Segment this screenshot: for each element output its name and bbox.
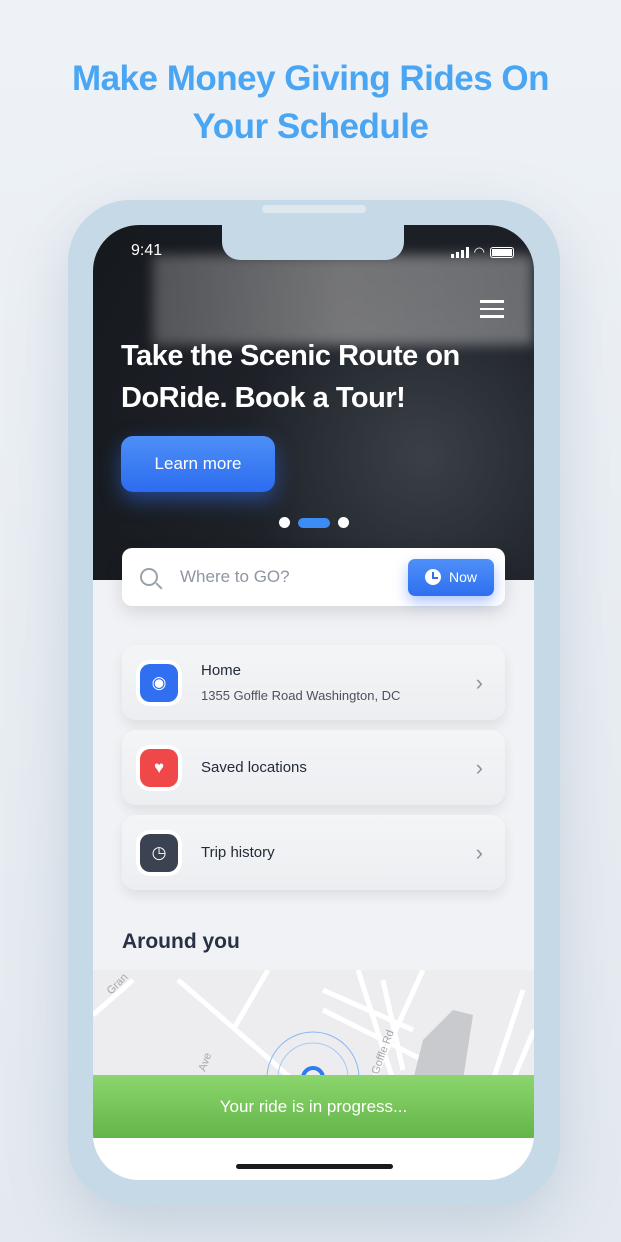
learn-more-button[interactable]: Learn more (121, 436, 275, 492)
wifi-icon: ◠ (473, 244, 485, 259)
carousel-dot-active[interactable] (298, 517, 330, 528)
home-indicator[interactable] (236, 1164, 393, 1169)
map-roads: Gran Ave Goffle Rd (93, 968, 534, 1125)
current-location-marker (266, 1031, 360, 1125)
place-title: Saved locations (201, 759, 307, 776)
place-trip-history[interactable]: ◷ Trip history › (122, 815, 505, 890)
place-title: Home (201, 662, 242, 679)
search-input[interactable]: Where to GO? (180, 567, 408, 587)
map-label: Ave (197, 1051, 215, 1073)
status-icons: ◠ (450, 244, 514, 260)
status-time: 9:41 (131, 242, 163, 259)
ride-progress-banner[interactable]: Your ride is in progress... (93, 1075, 534, 1138)
phone-notch (222, 225, 404, 260)
carousel-dot[interactable] (338, 517, 349, 528)
chevron-right-icon: › (475, 669, 483, 695)
clock-icon (424, 569, 441, 585)
now-label: Now (448, 569, 477, 585)
hero-background-image (153, 255, 533, 345)
hero-banner[interactable]: 9:41 ◠ Take the Scenic Route on DoRide. … (93, 225, 534, 580)
headline: Make Money Giving Rides On Your Schedule (0, 55, 621, 151)
around-you-heading: Around you (122, 930, 240, 953)
search-bar[interactable]: Where to GO? Now (122, 548, 505, 606)
chevron-right-icon: › (475, 754, 483, 780)
map[interactable]: Gran Ave Goffle Rd (93, 968, 534, 1125)
hamburger-menu-icon[interactable] (480, 300, 504, 323)
phone-screen: 9:41 ◠ Take the Scenic Route on DoRide. … (93, 225, 534, 1180)
place-home[interactable]: ◉ Home 1355 Goffle Road Washington, DC › (122, 645, 505, 720)
hero-title: Take the Scenic Route on DoRide. Book a … (121, 340, 460, 414)
clock-icon: ◷ (140, 833, 178, 872)
location-pin-icon: ◉ (140, 663, 178, 702)
carousel-dot[interactable] (279, 517, 290, 528)
battery-icon (490, 246, 514, 258)
carousel-dots (279, 517, 349, 528)
place-title: Trip history (201, 844, 275, 861)
place-address: 1355 Goffle Road Washington, DC (201, 688, 401, 703)
heart-icon: ♥ (140, 748, 178, 787)
headline-line-2: Your Schedule (192, 107, 429, 146)
signal-icon (450, 246, 469, 258)
now-button[interactable]: Now (408, 558, 494, 596)
place-saved-locations[interactable]: ♥ Saved locations › (122, 730, 505, 805)
bottom-area (93, 1138, 534, 1180)
headline-line-1: Make Money Giving Rides On (71, 59, 550, 98)
search-icon (140, 568, 158, 586)
chevron-right-icon: › (475, 839, 483, 865)
phone-speaker (262, 205, 366, 213)
